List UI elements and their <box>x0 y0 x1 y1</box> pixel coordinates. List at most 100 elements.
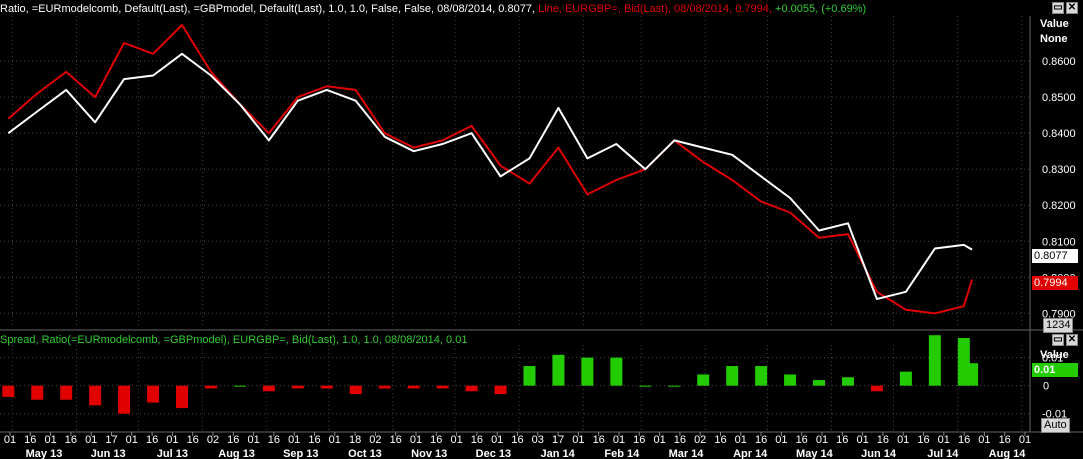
x-day-label: 02 <box>694 434 706 446</box>
x-day-label: 16 <box>593 434 605 446</box>
spread-bar <box>755 366 768 386</box>
window-restore-icon[interactable]: ▭ <box>1052 334 1064 346</box>
x-day-label: 01 <box>166 434 178 446</box>
spread-bar <box>966 363 979 386</box>
x-day-label: 01 <box>1019 434 1031 446</box>
spread-bar <box>813 380 826 386</box>
x-day-label: 01 <box>613 434 625 446</box>
x-month-label: May 13 <box>26 448 63 459</box>
eurgbp-header: Line, EURGBP=, Bid(Last), 08/08/2014, 0.… <box>538 3 772 15</box>
x-day-label: 17 <box>105 434 117 446</box>
x-day-label: 01 <box>897 434 909 446</box>
top-value-label: Value <box>1040 18 1069 30</box>
y-tick-label: 0 <box>1043 381 1049 393</box>
window-restore-icon[interactable]: ▭ <box>1052 2 1064 14</box>
spread-bar <box>581 357 594 386</box>
spread-bar <box>31 385 44 400</box>
spread-bar <box>436 385 449 389</box>
x-day-label: 17 <box>552 434 564 446</box>
ratio-last-badge: 0.8077 <box>1032 249 1078 263</box>
x-day-label: 16 <box>430 434 442 446</box>
spread-bar <box>523 366 536 386</box>
close-icon[interactable]: ✕ <box>1066 334 1078 346</box>
spread-bar <box>870 385 883 392</box>
spread-bar <box>204 385 217 389</box>
x-day-label: 01 <box>329 434 341 446</box>
spread-bar <box>2 385 15 397</box>
x-month-label: Dec 13 <box>476 448 511 459</box>
scale-button[interactable]: 1234 <box>1043 318 1074 333</box>
x-month-label: Jan 14 <box>540 448 575 459</box>
spread-header: Spread, Ratio(=EURmodelcomb, =GBPmodel),… <box>0 334 468 346</box>
x-month-label: Mar 14 <box>669 448 705 459</box>
x-day-label: 01 <box>816 434 828 446</box>
x-day-label: 16 <box>308 434 320 446</box>
x-month-label: Apr 14 <box>733 448 768 459</box>
x-month-label: Jun 14 <box>861 448 897 459</box>
x-day-label: 16 <box>877 434 889 446</box>
spread-bar <box>176 385 189 409</box>
x-day-label: 16 <box>187 434 199 446</box>
x-day-label: 16 <box>268 434 280 446</box>
x-day-label: 16 <box>227 434 239 446</box>
y-tick-label: 0.8200 <box>1042 200 1076 212</box>
spread-bar <box>291 385 304 389</box>
spread-bar <box>494 385 507 395</box>
x-day-label: 01 <box>978 434 990 446</box>
y-tick-label: 0.8300 <box>1042 164 1076 176</box>
x-day-label: 01 <box>4 434 16 446</box>
x-day-label: 16 <box>674 434 686 446</box>
y-tick-label: 0.8600 <box>1042 56 1076 68</box>
x-day-label: 03 <box>532 434 544 446</box>
x-day-label: 16 <box>796 434 808 446</box>
bottom-value-label: Value <box>1040 349 1069 361</box>
x-day-label: 18 <box>349 434 361 446</box>
x-month-label: Jul 13 <box>157 448 188 459</box>
spread-bar <box>407 385 420 389</box>
chart-canvas: 0.79000.80000.81000.82000.83000.84000.85… <box>0 16 1083 459</box>
x-month-label: Aug 13 <box>218 448 255 459</box>
x-month-label: Feb 14 <box>604 448 640 459</box>
x-day-label: 16 <box>146 434 158 446</box>
x-month-label: Oct 13 <box>348 448 382 459</box>
x-day-label: 16 <box>714 434 726 446</box>
ratio-header: Ratio, =EURmodelcomb, Default(Last), =GB… <box>0 3 535 15</box>
spread-bar <box>668 385 681 387</box>
x-day-label: 01 <box>491 434 503 446</box>
x-month-label: Jun 13 <box>91 448 126 459</box>
x-day-label: 01 <box>775 434 787 446</box>
x-day-label: 01 <box>44 434 56 446</box>
spread-value-badge: 0.01 <box>1032 363 1078 377</box>
spread-bar <box>233 385 246 387</box>
spread-bar <box>841 377 854 386</box>
spread-bar <box>552 354 565 386</box>
spread-bar <box>784 374 797 386</box>
y-tick-label: 0.8400 <box>1042 128 1076 140</box>
spread-bar <box>726 366 739 386</box>
x-day-label: 01 <box>938 434 950 446</box>
x-day-label: 16 <box>511 434 523 446</box>
spread-bar <box>118 385 131 414</box>
x-day-label: 01 <box>85 434 97 446</box>
auto-scale-button[interactable]: Auto <box>1041 418 1070 433</box>
x-day-label: 16 <box>836 434 848 446</box>
close-icon[interactable]: ✕ <box>1066 2 1078 14</box>
x-day-label: 16 <box>999 434 1011 446</box>
top-value-none: None <box>1040 33 1068 45</box>
x-day-label: 01 <box>126 434 138 446</box>
x-day-label: 16 <box>24 434 36 446</box>
ratio-line <box>7 52 973 300</box>
x-day-label: 01 <box>572 434 584 446</box>
x-month-label: Aug 14 <box>989 448 1027 459</box>
spread-bar <box>320 385 333 389</box>
x-month-label: Jul 14 <box>927 448 959 459</box>
eurgbp-last-badge: 0.7994 <box>1032 276 1078 290</box>
top-pane-header: Ratio, =EURmodelcomb, Default(Last), =GB… <box>0 3 866 15</box>
x-day-label: 16 <box>958 434 970 446</box>
x-day-label: 01 <box>735 434 747 446</box>
y-tick-label: 0.8100 <box>1042 236 1076 248</box>
spread-bar <box>349 385 362 395</box>
spread-bar <box>378 385 391 389</box>
spread-bar <box>89 385 102 406</box>
spread-bar <box>928 335 941 386</box>
